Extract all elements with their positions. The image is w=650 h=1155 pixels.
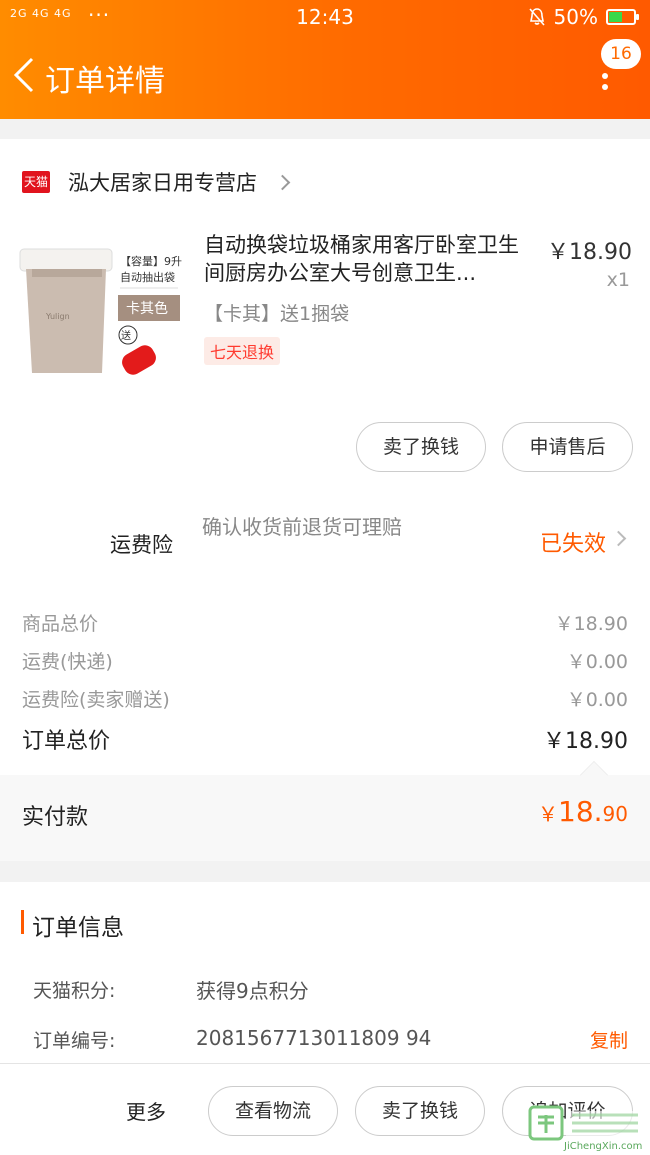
paid-label: 实付款 <box>22 805 89 830</box>
paid-currency: ￥ <box>538 802 559 826</box>
back-icon[interactable] <box>10 55 40 95</box>
paid-integer: 18. <box>558 795 603 828</box>
chevron-right-icon[interactable] <box>610 530 627 547</box>
shipping-value: ￥0.00 <box>566 651 628 673</box>
app-header: 2G 4G 4G ··· 12:43 50% 订单详情 16 <box>0 0 650 119</box>
insurance-fee-value: ￥0.00 <box>566 689 628 711</box>
return-policy-tag: 七天退换 <box>204 337 281 365</box>
product-subtitle: 自动抽出袋 <box>120 270 175 284</box>
after-sale-button[interactable]: 申请售后 <box>502 422 633 472</box>
mute-bell-icon <box>528 8 545 26</box>
watermark-logo-icon: JiChengXin.com <box>528 1105 644 1151</box>
product-capacity: 【容量】9升 <box>120 254 182 268</box>
points-label: 天猫积分: <box>33 980 116 1002</box>
insurance-fee-row: 运费险(卖家赠送) ￥0.00 <box>22 685 628 712</box>
insurance-status[interactable]: 已失效 <box>540 526 606 558</box>
order-card: 天猫 泓大居家日用专营店 Yulign 【容量】9升 自动抽出袋 卡其色 送 自… <box>0 139 650 861</box>
paid-cents: 90 <box>602 802 628 826</box>
more-menu-icon[interactable] <box>602 73 610 93</box>
insurance-label: 运费险 <box>110 533 173 557</box>
copy-button[interactable]: 复制 <box>590 1026 628 1053</box>
page-title: 订单详情 <box>45 64 165 99</box>
product-title[interactable]: 自动换袋垃圾桶家用客厅卧室卫生间厨房办公室大号创意卫生... <box>204 231 534 287</box>
paid-value: ￥18.90 <box>538 795 628 828</box>
order-total-label: 订单总价 <box>22 729 111 754</box>
insurance-fee-label: 运费险(卖家赠送) <box>22 689 170 711</box>
goods-total-value: ￥18.90 <box>554 613 628 635</box>
product-gift-label: 送 <box>121 329 131 342</box>
insurance-description: 确认收货前退货可理赔 <box>202 515 402 539</box>
shop-name: 泓大居家日用专营店 <box>68 171 257 195</box>
status-bar: 2G 4G 4G ··· 12:43 50% <box>0 0 650 36</box>
order-total-value: ￥18.90 <box>543 729 628 754</box>
order-info-title: 订单信息 <box>32 915 124 941</box>
shipping-row: 运费(快递) ￥0.00 <box>22 647 628 674</box>
goods-total-label: 商品总价 <box>22 613 99 635</box>
sell-for-cash-button[interactable]: 卖了换钱 <box>356 422 486 472</box>
product-quantity: x1 <box>606 269 630 291</box>
product-image[interactable]: Yulign 【容量】9升 自动抽出袋 卡其色 送 <box>18 231 182 395</box>
order-number-value: 2081567713011809 94 <box>196 1026 432 1050</box>
message-count-badge[interactable]: 16 <box>601 39 641 69</box>
battery-percent: 50% <box>553 5 598 29</box>
points-value: 获得9点积分 <box>196 979 309 1003</box>
more-button[interactable]: 更多 <box>126 1096 166 1125</box>
view-logistics-button[interactable]: 查看物流 <box>208 1086 338 1136</box>
shop-row[interactable]: 天猫 泓大居家日用专营店 <box>22 167 291 197</box>
status-right: 50% <box>528 5 639 29</box>
product-brand: Yulign <box>45 312 70 321</box>
watermark-text: JiChengXin.com <box>563 1141 642 1151</box>
sell-for-cash-button-bottom[interactable]: 卖了换钱 <box>355 1086 485 1136</box>
order-number-label: 订单编号: <box>33 1030 116 1052</box>
tmall-logo-icon: 天猫 <box>22 171 50 193</box>
battery-icon <box>606 9 639 25</box>
product-sku: 【卡其】送1捆袋 <box>204 303 350 325</box>
shipping-label: 运费(快递) <box>22 651 113 673</box>
order-total-row: 订单总价 ￥18.90 <box>22 723 628 755</box>
section-accent-bar <box>21 910 24 934</box>
chevron-right-icon <box>274 174 291 190</box>
product-color-label: 卡其色 <box>126 300 168 317</box>
product-price: ￥18.90 <box>547 240 632 265</box>
goods-total-row: 商品总价 ￥18.90 <box>22 609 628 636</box>
